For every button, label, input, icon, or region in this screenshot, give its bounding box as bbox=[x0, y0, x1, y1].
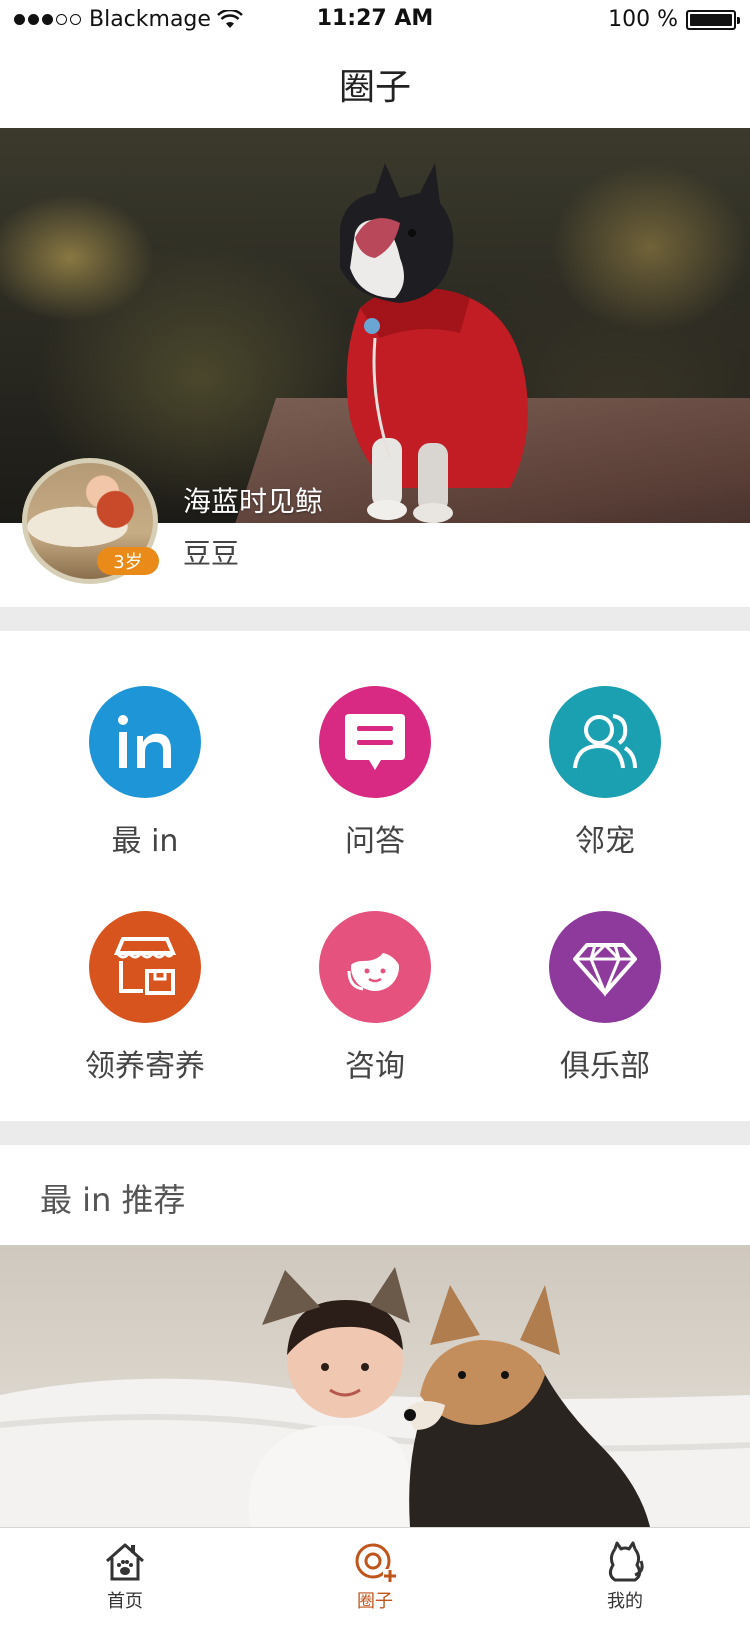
chat-bubble-icon bbox=[319, 686, 431, 798]
menu-label: 领养寄养 bbox=[85, 1049, 205, 1084]
baby-and-dog-illustration bbox=[0, 1267, 750, 1527]
recommend-header: 最 in 推荐 bbox=[0, 1145, 750, 1245]
status-right: 100 % bbox=[608, 7, 740, 32]
section-divider bbox=[0, 607, 750, 631]
section-divider bbox=[0, 1121, 750, 1145]
tab-label: 我的 bbox=[607, 1590, 643, 1612]
recommend-photo[interactable] bbox=[0, 1245, 750, 1527]
tab-mine[interactable]: 我的 bbox=[500, 1528, 750, 1625]
menu-label: 问答 bbox=[345, 824, 405, 859]
shop-box-icon bbox=[89, 911, 201, 1023]
menu-label: 最 in bbox=[111, 824, 179, 859]
in-icon bbox=[89, 686, 201, 798]
tab-home[interactable]: 首页 bbox=[0, 1528, 250, 1625]
nav-bar: 圈子 bbox=[0, 40, 750, 128]
username[interactable]: 海蓝时见鲸 bbox=[183, 480, 323, 520]
home-paw-icon bbox=[106, 1543, 144, 1580]
battery-percent: 100 % bbox=[608, 7, 678, 32]
circle-plus-icon bbox=[355, 1543, 397, 1583]
diamond-icon bbox=[549, 911, 661, 1023]
menu-item-club[interactable]: 俱乐部 bbox=[485, 911, 725, 1101]
menu-label: 邻宠 bbox=[575, 824, 635, 859]
battery-icon bbox=[686, 9, 740, 30]
section-title: 最 in 推荐 bbox=[40, 1181, 186, 1219]
menu-item-consult[interactable]: 咨询 bbox=[255, 911, 495, 1101]
menu-item-zui-in[interactable]: 最 in bbox=[25, 686, 265, 876]
menu-item-qa[interactable]: 问答 bbox=[255, 686, 495, 876]
cat-icon bbox=[608, 1541, 644, 1581]
menu-label: 俱乐部 bbox=[560, 1049, 650, 1084]
menu-label: 咨询 bbox=[345, 1049, 405, 1084]
support-agent-icon bbox=[319, 911, 431, 1023]
page-title: 圈子 bbox=[338, 67, 411, 108]
menu-item-adopt-foster[interactable]: 领养寄养 bbox=[25, 911, 265, 1101]
users-icon bbox=[549, 686, 661, 798]
age-badge: 3岁 bbox=[97, 547, 159, 575]
pet-name: 豆豆 bbox=[183, 537, 240, 570]
tab-label: 圈子 bbox=[357, 1590, 393, 1612]
tab-bar: 首页 圈子 我的 bbox=[0, 1527, 750, 1625]
tab-label: 首页 bbox=[107, 1590, 143, 1612]
husky-dog-illustration bbox=[340, 163, 528, 523]
status-bar: Blackmage 11:27 AM 100 % bbox=[0, 0, 750, 40]
feature-menu-grid: 最 in 问答 邻宠 领养寄养 咨询 俱乐部 bbox=[0, 631, 750, 1121]
menu-item-neighbor-pets[interactable]: 邻宠 bbox=[485, 686, 725, 876]
tab-circle[interactable]: 圈子 bbox=[250, 1528, 500, 1625]
